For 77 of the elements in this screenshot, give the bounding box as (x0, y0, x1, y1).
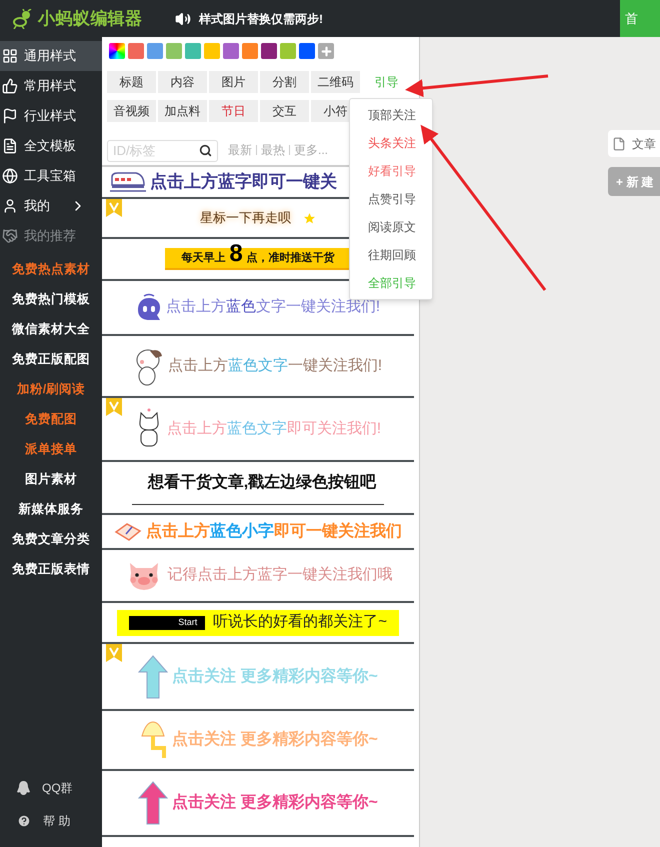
sidebar-footer-link[interactable]: QQ群 (0, 771, 102, 804)
sidebar-link[interactable]: 加粉/刷阅读 (0, 374, 102, 404)
sidebar-nav-item[interactable]: 通用样式 (0, 41, 102, 71)
color-swatch[interactable] (242, 43, 258, 59)
sidebar-footer-link[interactable]: 帮 助 (0, 804, 102, 837)
logo-text: 小蚂蚁编辑器 (38, 8, 143, 30)
sidebar-link[interactable]: 免费配图 (0, 404, 102, 434)
color-swatch[interactable] (223, 43, 239, 59)
thumbs-up-icon (2, 78, 18, 94)
sidebar-nav-item[interactable]: 全文模板 (0, 131, 102, 161)
color-swatch[interactable] (280, 43, 296, 59)
style-text: 听说长的好看的都关注了~ (213, 612, 387, 632)
grid-icon (2, 48, 18, 64)
sidebar-link[interactable]: 免费热门模板 (0, 284, 102, 314)
category-tab[interactable]: 加点料 (158, 100, 207, 122)
category-tab[interactable]: 交互 (260, 100, 309, 122)
style-text: 想看干货文章,戳左边绿色按钮吧 (148, 472, 376, 493)
ghost-icon (136, 292, 162, 322)
train-icon (110, 171, 146, 193)
rainbow-swatch[interactable] (109, 43, 125, 59)
color-swatch[interactable] (299, 43, 315, 59)
style-text: 星标一下再走呗 (200, 209, 291, 228)
sidebar-link[interactable]: 免费文章分类 (0, 524, 102, 554)
add-swatch-button[interactable] (318, 43, 334, 59)
sidebar-nav-item[interactable]: 常用样式 (0, 71, 102, 101)
sidebar-link[interactable]: 微信素材大全 (0, 314, 102, 344)
document-tab[interactable]: 文章 (608, 130, 660, 157)
category-tab[interactable]: 标题 (107, 71, 156, 93)
ribbon-badge-icon (106, 199, 122, 217)
color-swatch[interactable] (147, 43, 163, 59)
color-swatch[interactable] (128, 43, 144, 59)
notebook-icon (114, 522, 142, 542)
sidebar-nav-item[interactable]: 我的 (0, 191, 102, 221)
handshake-icon (2, 228, 18, 244)
sidebar-nav-item[interactable]: 工具宝箱 (0, 161, 102, 191)
sidebar-link[interactable]: 免费正版配图 (0, 344, 102, 374)
style-text: 点击上方蓝色文字即可关注我们! (166, 418, 382, 439)
style-text: 每天早上 8 点，准时推送干货 (181, 242, 335, 266)
sidebar-link[interactable]: 派单接单 (0, 434, 102, 464)
style-text: 点击上方蓝色小字即可一键关注我们 (146, 521, 402, 542)
dropdown-item[interactable]: 头条关注 (350, 129, 432, 157)
sidebar-link[interactable]: 免费热点素材 (0, 254, 102, 284)
ant-logo-icon (12, 8, 34, 28)
sidebar-link[interactable]: 新媒体服务 (0, 494, 102, 524)
color-swatch[interactable] (185, 43, 201, 59)
speaker-icon (175, 10, 191, 26)
help-icon (17, 814, 31, 828)
sidebar-link[interactable]: 图片素材 (0, 464, 102, 494)
flag-icon (2, 108, 18, 124)
globe-icon (2, 168, 18, 184)
notice-text: 样式图片替换仅需两步! (199, 10, 323, 28)
user-icon (2, 198, 18, 214)
star-icon (303, 212, 316, 224)
style-text: 点击关注 更多精彩内容等你~ (172, 666, 378, 686)
style-text: 点击关注 更多精彩内容等你~ (172, 792, 378, 813)
penguin-icon (17, 780, 30, 794)
style-text: 点击上方蓝色文字一键关注我们! (168, 356, 382, 376)
style-text: 记得点击上方蓝字一键关注我们哦 (168, 565, 392, 586)
document-icon (2, 138, 18, 154)
category-tab[interactable]: 内容 (158, 71, 207, 93)
sidebar-nav-item[interactable]: 行业样式 (0, 101, 102, 131)
color-swatch[interactable] (166, 43, 182, 59)
file-icon (612, 136, 626, 150)
color-swatch[interactable] (204, 43, 220, 59)
start-bar: Start (129, 616, 206, 630)
search-icon (199, 144, 212, 157)
category-tab[interactable]: 音视频 (107, 100, 156, 122)
category-tab[interactable]: 二维码 (311, 71, 360, 93)
category-tab[interactable]: 图片 (209, 71, 258, 93)
style-text: 点击关注 更多精彩内容等你~ (172, 729, 378, 750)
ribbon-badge-icon (106, 644, 122, 662)
ribbon-badge-icon (106, 398, 122, 416)
category-tab[interactable]: 节日 (209, 100, 258, 122)
sidebar-link[interactable]: 免费正版表情 (0, 554, 102, 584)
color-swatch[interactable] (261, 43, 277, 59)
category-tab[interactable]: 分割 (260, 71, 309, 93)
style-text: 点击上方蓝字即可一键关 (150, 171, 337, 194)
